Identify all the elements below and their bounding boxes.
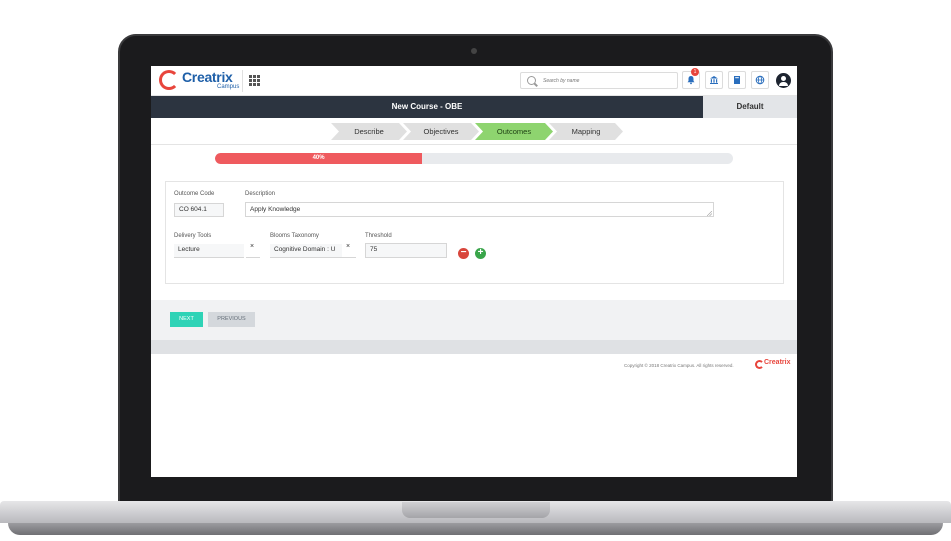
footer-divider-strip <box>151 340 797 354</box>
outcome-code-field[interactable]: CO 604.1 <box>174 203 224 217</box>
description-field[interactable]: Apply Knowledge <box>245 202 714 217</box>
blooms-taxonomy-select[interactable]: Cognitive Domain : U <box>270 244 342 258</box>
threshold-label: Threshold <box>365 233 392 239</box>
clear-blooms-icon[interactable]: × <box>346 243 350 250</box>
footer-logo: Creatrix <box>755 359 795 371</box>
language-button[interactable] <box>751 71 769 89</box>
progress-fill: 40% <box>215 153 423 164</box>
logo-mark-icon <box>159 70 179 90</box>
resize-handle-icon[interactable] <box>707 211 712 216</box>
threshold-field[interactable]: 75 <box>365 243 447 258</box>
notification-badge: 1 <box>691 68 699 76</box>
description-label: Description <box>245 191 276 197</box>
profile-button[interactable] <box>774 71 792 89</box>
step-objectives[interactable]: Objectives <box>403 123 479 140</box>
laptop-frame: Creatrix Campus 1 <box>0 0 951 541</box>
outcome-code-label: Outcome Code <box>174 191 215 197</box>
logo-subtext: Campus <box>217 84 240 90</box>
progress-bar: 40% <box>215 153 733 164</box>
top-header: Creatrix Campus 1 <box>151 66 797 96</box>
apps-grid-icon[interactable] <box>249 75 260 86</box>
library-button[interactable] <box>728 71 746 89</box>
footer-logo-text: Creatrix <box>764 359 791 366</box>
default-tab[interactable]: Default <box>703 96 797 118</box>
remove-row-button[interactable]: − <box>458 248 469 259</box>
page-title: New Course - OBE <box>151 96 703 118</box>
blooms-taxonomy-label: Blooms Taxonomy <box>270 233 319 239</box>
step-outcomes[interactable]: Outcomes <box>475 123 553 140</box>
footer-logo-mark-icon <box>755 360 764 369</box>
add-row-button[interactable]: + <box>475 248 486 259</box>
user-avatar-icon <box>775 72 791 88</box>
step-describe[interactable]: Describe <box>331 123 407 140</box>
outcome-card: Outcome Code CO 604.1 Description Apply … <box>165 181 784 284</box>
search-box <box>520 72 678 89</box>
search-icon <box>527 76 536 85</box>
delivery-tools-label: Delivery Tools <box>174 233 212 239</box>
previous-button[interactable]: PREVIOUS <box>208 312 255 327</box>
bank-icon <box>710 76 718 84</box>
camera-icon <box>471 48 477 54</box>
laptop-notch <box>402 502 550 518</box>
book-icon <box>734 76 740 84</box>
laptop-base-bottom <box>8 523 943 535</box>
logo-text: Creatrix <box>182 69 233 85</box>
wizard-steps: Describe Objectives Outcomes Mapping <box>151 118 797 145</box>
select-underline <box>342 257 356 258</box>
copyright-text: Copyright © 2018 Creatrix Campus. All ri… <box>624 363 734 368</box>
app-logo[interactable]: Creatrix Campus <box>159 69 241 93</box>
next-button[interactable]: NEXT <box>170 312 203 327</box>
step-mapping[interactable]: Mapping <box>549 123 623 140</box>
globe-icon <box>755 75 765 85</box>
institution-button[interactable] <box>705 71 723 89</box>
search-input[interactable] <box>543 74 673 87</box>
select-underline <box>246 257 260 258</box>
app-screen: Creatrix Campus 1 <box>151 66 797 477</box>
bell-icon <box>687 76 695 85</box>
header-divider <box>242 70 243 92</box>
clear-delivery-tools-icon[interactable]: × <box>250 243 254 250</box>
delivery-tools-select[interactable]: Lecture <box>174 244 244 258</box>
